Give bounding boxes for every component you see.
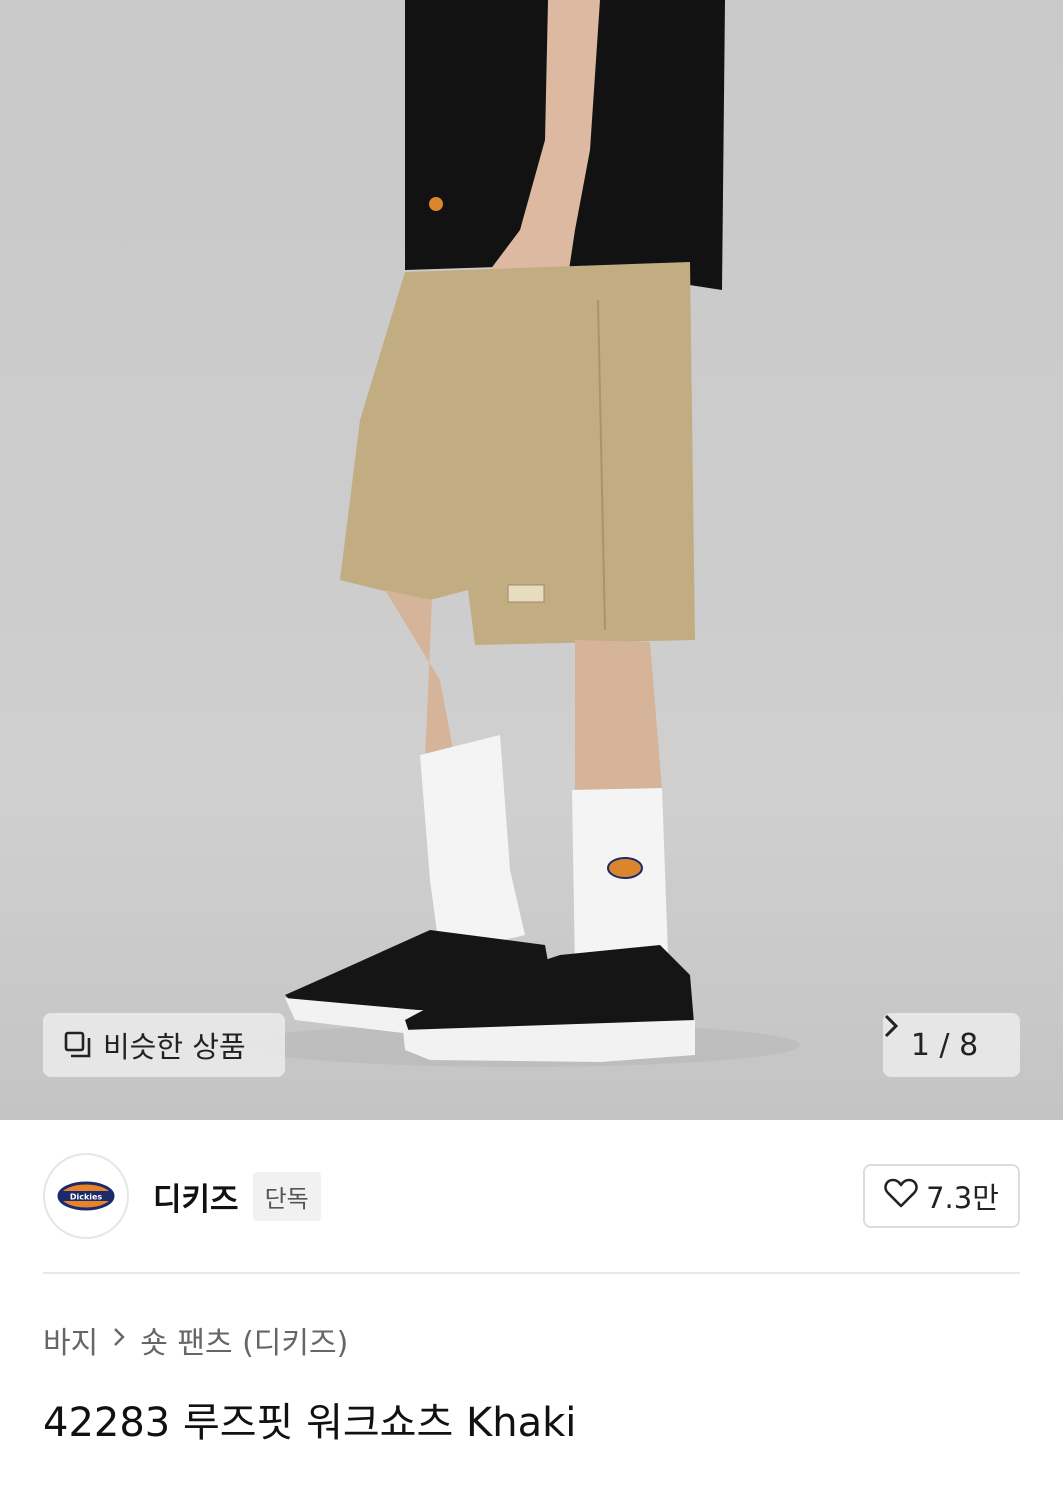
breadcrumb-category[interactable]: 바지 [43,1318,98,1362]
product-photo-illustration [240,0,800,1067]
similar-products-label: 비슷한 상품 [103,1030,246,1064]
breadcrumb: 바지 숏 팬츠 (디키즈) [43,1318,348,1362]
like-button[interactable]: 7.3만 [863,1164,1020,1228]
breadcrumb-subcategory[interactable]: 숏 팬츠 (디키즈) [140,1318,348,1362]
logo-text: Dickies [70,1193,103,1202]
chevron-right-icon [112,1325,126,1355]
brand-logo[interactable]: Dickies [43,1153,129,1239]
heart-icon [884,1178,918,1215]
brand-row: Dickies 디키즈 단독 7.3만 [43,1150,1020,1242]
similar-products-icon [63,1030,93,1060]
like-count: 7.3만 [926,1181,999,1215]
exclusive-badge: 단독 [252,1171,321,1221]
product-image[interactable]: 비슷한 상품 1 / 8 [0,0,1063,1120]
dickies-logo-icon: Dickies [57,1181,115,1211]
brand-name[interactable]: 디키즈 [153,1174,239,1219]
similar-products-button[interactable]: 비슷한 상품 [43,1013,285,1077]
divider [43,1272,1020,1274]
product-title: 42283 루즈핏 워크쇼츠 Khaki [43,1400,577,1446]
image-pager-button[interactable]: 1 / 8 [883,1013,1020,1077]
image-page-indicator: 1 / 8 [910,1027,979,1063]
